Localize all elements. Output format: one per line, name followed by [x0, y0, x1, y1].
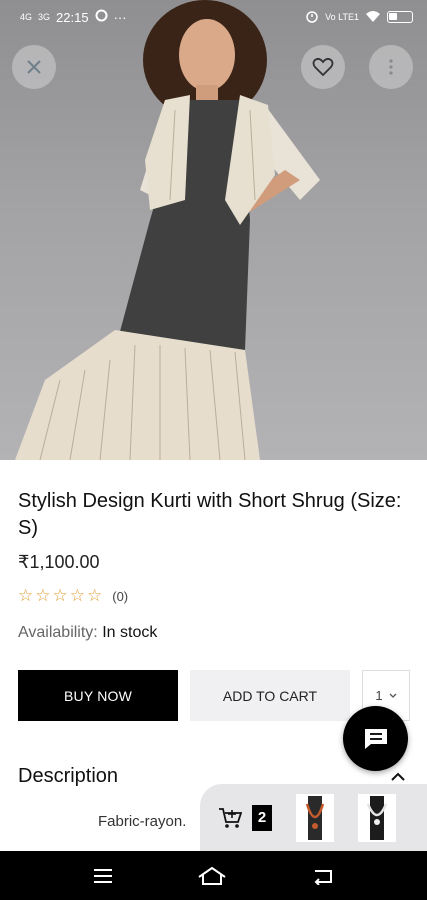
system-navigation-bar — [0, 851, 427, 900]
description-heading[interactable]: Description — [18, 765, 118, 788]
close-icon — [27, 60, 41, 74]
cart-item-thumbnail[interactable] — [296, 793, 334, 842]
chevron-down-icon — [389, 693, 397, 698]
product-rating[interactable]: ☆ ☆ ☆ ☆ ☆ (0) — [18, 586, 128, 606]
product-photo — [15, 0, 320, 460]
star-icon: ☆ — [69, 586, 85, 605]
close-button[interactable] — [12, 45, 56, 89]
star-icon: ☆ — [52, 586, 68, 605]
status-time: 22:15 — [56, 9, 89, 25]
cart-add-icon — [219, 807, 242, 828]
network-indicator: Vo LTE1 — [325, 12, 359, 22]
star-icon: ☆ — [18, 586, 34, 605]
availability: Availability: In stock — [18, 624, 157, 642]
back-icon[interactable] — [311, 867, 335, 885]
add-to-cart-button[interactable]: ADD TO CART — [190, 670, 350, 721]
quantity-value: 1 — [375, 688, 383, 703]
product-price: ₹1,100.00 — [18, 552, 100, 572]
more-options-button[interactable] — [369, 45, 413, 89]
status-more: ··· — [113, 9, 127, 25]
home-icon[interactable] — [197, 866, 227, 886]
heart-icon — [312, 57, 334, 77]
rating-count: (0) — [112, 588, 129, 604]
signal-indicator-right: 3G — [38, 12, 51, 22]
chat-button[interactable] — [343, 706, 408, 771]
wishlist-button[interactable] — [301, 45, 345, 89]
menu-icon[interactable] — [92, 867, 114, 885]
alarm-icon — [305, 9, 319, 26]
buy-now-button[interactable]: BUY NOW — [18, 670, 178, 721]
more-vertical-icon — [389, 59, 393, 75]
wifi-icon — [365, 10, 381, 25]
product-image[interactable] — [0, 0, 427, 460]
availability-value: In stock — [102, 624, 158, 641]
battery-icon — [387, 11, 413, 23]
necklace-thumbnail-icon — [305, 795, 325, 840]
product-title: Stylish Design Kurti with Short Shrug (S… — [18, 490, 402, 539]
description-text: Fabric-rayon. — [98, 813, 187, 830]
status-bar: 4G 3G 22:15 ··· Vo LTE1 — [0, 0, 427, 34]
star-icon: ☆ — [35, 586, 51, 605]
signal-indicator-left: 4G — [20, 12, 33, 22]
cart-count-badge: 2 — [252, 804, 272, 831]
availability-label: Availability: — [18, 624, 98, 641]
star-icon: ☆ — [87, 586, 103, 605]
chat-icon — [364, 728, 387, 749]
sync-icon — [95, 9, 108, 25]
mini-cart[interactable]: 2 — [200, 784, 427, 851]
cart-item-thumbnail[interactable] — [358, 793, 396, 842]
necklace-thumbnail-icon — [366, 795, 388, 840]
